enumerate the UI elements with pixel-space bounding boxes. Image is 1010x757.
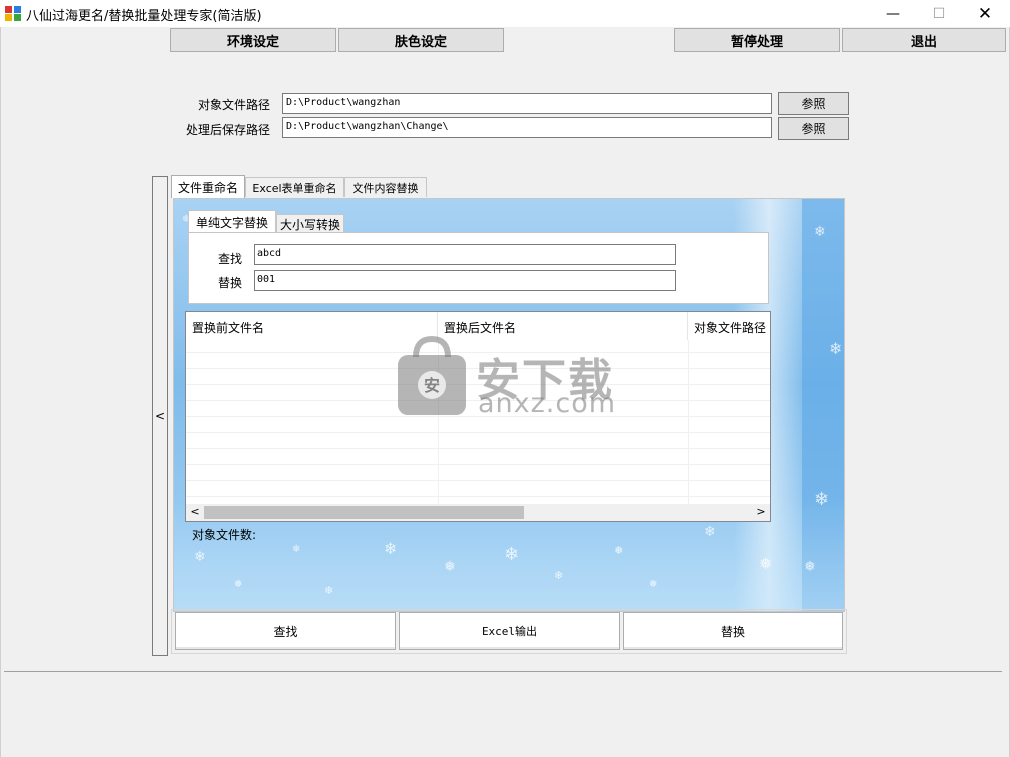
- app-icon: [5, 6, 21, 21]
- table-row[interactable]: [186, 480, 770, 496]
- close-button[interactable]: ✕: [962, 0, 1008, 27]
- exit-button[interactable]: 退出: [842, 28, 1006, 52]
- watermark-logo-letter: 安: [424, 376, 440, 395]
- tab-file-rename[interactable]: 文件重命名: [171, 175, 245, 198]
- column-header-after-name[interactable]: 置换后文件名: [438, 312, 688, 340]
- tab-case-convert[interactable]: 大小写转换: [276, 214, 344, 234]
- table-row[interactable]: [186, 448, 770, 464]
- tab-content-replace[interactable]: 文件内容替换: [344, 177, 427, 197]
- maximize-button[interactable]: ☐: [916, 0, 962, 27]
- browse-save-button[interactable]: 参照: [778, 117, 849, 140]
- find-button[interactable]: 查找: [175, 612, 396, 650]
- chevron-left-icon: <: [154, 409, 166, 423]
- table-row[interactable]: [186, 432, 770, 448]
- tab-excel-rename[interactable]: Excel表单重命名: [245, 177, 344, 197]
- status-divider: [4, 671, 1002, 672]
- tab-plain-text-replace[interactable]: 单纯文字替换: [188, 210, 276, 233]
- find-input[interactable]: abcd: [254, 244, 676, 265]
- window-title: 八仙过海更名/替换批量处理专家(简洁版): [26, 9, 262, 24]
- env-settings-button[interactable]: 环境设定: [170, 28, 336, 52]
- skin-settings-button[interactable]: 肤色设定: [338, 28, 504, 52]
- minimize-button[interactable]: —: [870, 0, 916, 27]
- file-count-label: 对象文件数:: [192, 528, 257, 542]
- save-path-field[interactable]: D:\Product\wangzhan\Change\: [282, 117, 772, 138]
- column-header-target-path[interactable]: 对象文件路径: [688, 312, 770, 340]
- target-path-label: 对象文件路径: [197, 98, 270, 112]
- scroll-right-icon[interactable]: >: [754, 505, 768, 520]
- scrollbar-thumb[interactable]: [204, 506, 524, 519]
- collapse-panel-button[interactable]: <: [152, 176, 168, 656]
- watermark-logo: 安: [398, 335, 466, 415]
- find-label: 查找: [218, 252, 243, 266]
- scroll-left-icon[interactable]: <: [188, 505, 202, 520]
- horizontal-scrollbar[interactable]: < >: [186, 504, 770, 521]
- excel-export-button[interactable]: Excel输出: [399, 612, 620, 650]
- search-replace-box: [188, 232, 769, 304]
- replace-input[interactable]: 001: [254, 270, 676, 291]
- watermark-url: anxz.com: [478, 388, 617, 419]
- replace-label: 替换: [218, 276, 243, 290]
- browse-target-button[interactable]: 参照: [778, 92, 849, 115]
- replace-button[interactable]: 替换: [623, 612, 843, 650]
- pause-button[interactable]: 暂停处理: [674, 28, 840, 52]
- table-row[interactable]: [186, 464, 770, 480]
- target-path-field[interactable]: D:\Product\wangzhan: [282, 93, 772, 114]
- save-path-label: 处理后保存路径: [185, 123, 270, 137]
